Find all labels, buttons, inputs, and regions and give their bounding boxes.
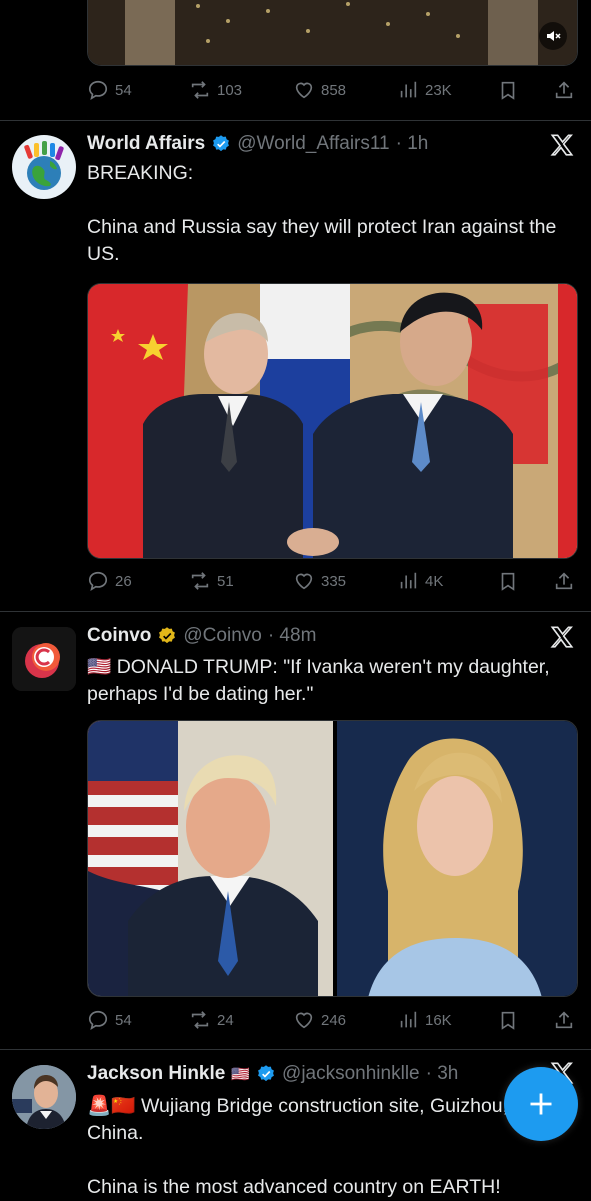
coinvo-logo — [12, 627, 76, 691]
speaker-muted-icon — [547, 31, 561, 41]
x-logo-button[interactable] — [549, 132, 577, 160]
views-count: 4K — [425, 572, 444, 590]
repost-count: 51 — [217, 572, 234, 590]
post1-header: World Affairs @World_Affairs11 · 1h — [87, 133, 428, 155]
views-button[interactable]: 4K — [397, 568, 443, 594]
reply-count: 54 — [115, 81, 132, 99]
author-name[interactable]: World Affairs — [87, 133, 205, 155]
heart-icon — [295, 82, 313, 99]
reply-count: 54 — [115, 1011, 132, 1029]
post1-photo — [88, 284, 577, 558]
repost-icon — [191, 1011, 209, 1029]
x-logo-button[interactable] — [549, 624, 577, 652]
post1-text: BREAKING: China and Russia say they will… — [87, 162, 557, 265]
post-divider — [0, 611, 591, 612]
author-handle[interactable]: @World_Affairs11 — [237, 133, 389, 155]
views-count: 16K — [425, 1011, 452, 1029]
verified-badge-icon — [213, 135, 230, 152]
x-logo-icon — [550, 134, 574, 156]
views-button[interactable]: 23K — [397, 77, 452, 103]
reply-icon — [88, 571, 108, 591]
reply-icon — [88, 1010, 108, 1030]
views-count: 23K — [425, 81, 452, 99]
views-button[interactable]: 16K — [397, 1007, 452, 1033]
author-handle[interactable]: @Coinvo — [183, 625, 261, 647]
post3-header: Jackson Hinkle 🇺🇸 @jacksonhinklle · 3h — [87, 1063, 458, 1085]
post1-actions: 26 51 335 4K — [87, 568, 577, 594]
reply-icon — [88, 80, 108, 100]
like-count: 246 — [321, 1011, 347, 1029]
share-button[interactable] — [553, 568, 575, 594]
post2-media[interactable] — [87, 720, 578, 997]
bookmark-button[interactable] — [497, 77, 519, 103]
repost-count: 103 — [217, 81, 243, 99]
gold-verified-badge-icon — [159, 627, 176, 644]
post3-text: 🚨🇨🇳 Wujiang Bridge construction site, Gu… — [87, 1095, 509, 1198]
post2-avatar[interactable] — [12, 627, 76, 691]
flag-emoji: 🇺🇸 — [231, 1066, 251, 1083]
like-button[interactable]: 246 — [293, 1007, 346, 1033]
bookmark-icon — [501, 572, 515, 591]
views-icon — [400, 1011, 417, 1028]
repost-icon — [191, 572, 209, 590]
post2-actions: 54 24 246 16K — [87, 1007, 577, 1033]
post2-header: Coinvo @Coinvo · 48m — [87, 625, 316, 647]
profile-photo — [12, 1065, 76, 1129]
share-icon — [555, 1011, 573, 1029]
compose-button[interactable] — [504, 1067, 578, 1141]
post2-photo — [88, 721, 577, 996]
author-handle[interactable]: @jacksonhinklle — [282, 1063, 420, 1085]
post0-image — [88, 0, 577, 65]
reply-button[interactable]: 54 — [87, 1007, 132, 1033]
mute-button[interactable] — [539, 22, 567, 50]
repost-button[interactable]: 103 — [189, 77, 242, 103]
x-logo-icon — [550, 626, 574, 648]
repost-button[interactable]: 24 — [189, 1007, 234, 1033]
author-name[interactable]: Jackson Hinkle — [87, 1063, 225, 1085]
post-time: · 1h — [395, 133, 429, 154]
views-icon — [400, 572, 417, 589]
share-icon — [555, 81, 573, 99]
bookmark-button[interactable] — [497, 568, 519, 594]
globe-hands-logo — [24, 141, 64, 190]
heart-icon — [295, 573, 313, 590]
share-button[interactable] — [553, 77, 575, 103]
plus-icon — [530, 1093, 552, 1115]
bookmark-button[interactable] — [497, 1007, 519, 1033]
bookmark-icon — [501, 81, 515, 100]
views-icon — [400, 81, 417, 98]
reply-button[interactable]: 26 — [87, 568, 132, 594]
share-button[interactable] — [553, 1007, 575, 1033]
post2-text: 🇺🇸 DONALD TRUMP: "If Ivanka weren't my d… — [87, 656, 556, 705]
heart-icon — [295, 1012, 313, 1029]
repost-count: 24 — [217, 1011, 234, 1029]
post1-media[interactable] — [87, 283, 578, 559]
post-divider — [0, 120, 591, 121]
post1-avatar[interactable] — [12, 135, 76, 199]
like-count: 858 — [321, 81, 347, 99]
like-button[interactable]: 858 — [293, 77, 346, 103]
post0-media[interactable] — [87, 0, 578, 66]
repost-button[interactable]: 51 — [189, 568, 234, 594]
verified-badge-icon — [258, 1065, 274, 1082]
post-divider — [0, 1049, 591, 1050]
post-time: · 3h — [425, 1063, 459, 1084]
reply-count: 26 — [115, 572, 132, 590]
reply-button[interactable]: 54 — [87, 77, 132, 103]
repost-icon — [191, 81, 209, 99]
post-time: · 48m — [267, 625, 317, 646]
post3-avatar[interactable] — [12, 1065, 76, 1129]
like-button[interactable]: 335 — [293, 568, 346, 594]
author-name[interactable]: Coinvo — [87, 625, 151, 647]
post0-actions: 54 103 858 23K — [87, 77, 577, 103]
bookmark-icon — [501, 1011, 515, 1030]
share-icon — [555, 572, 573, 590]
like-count: 335 — [321, 572, 347, 590]
